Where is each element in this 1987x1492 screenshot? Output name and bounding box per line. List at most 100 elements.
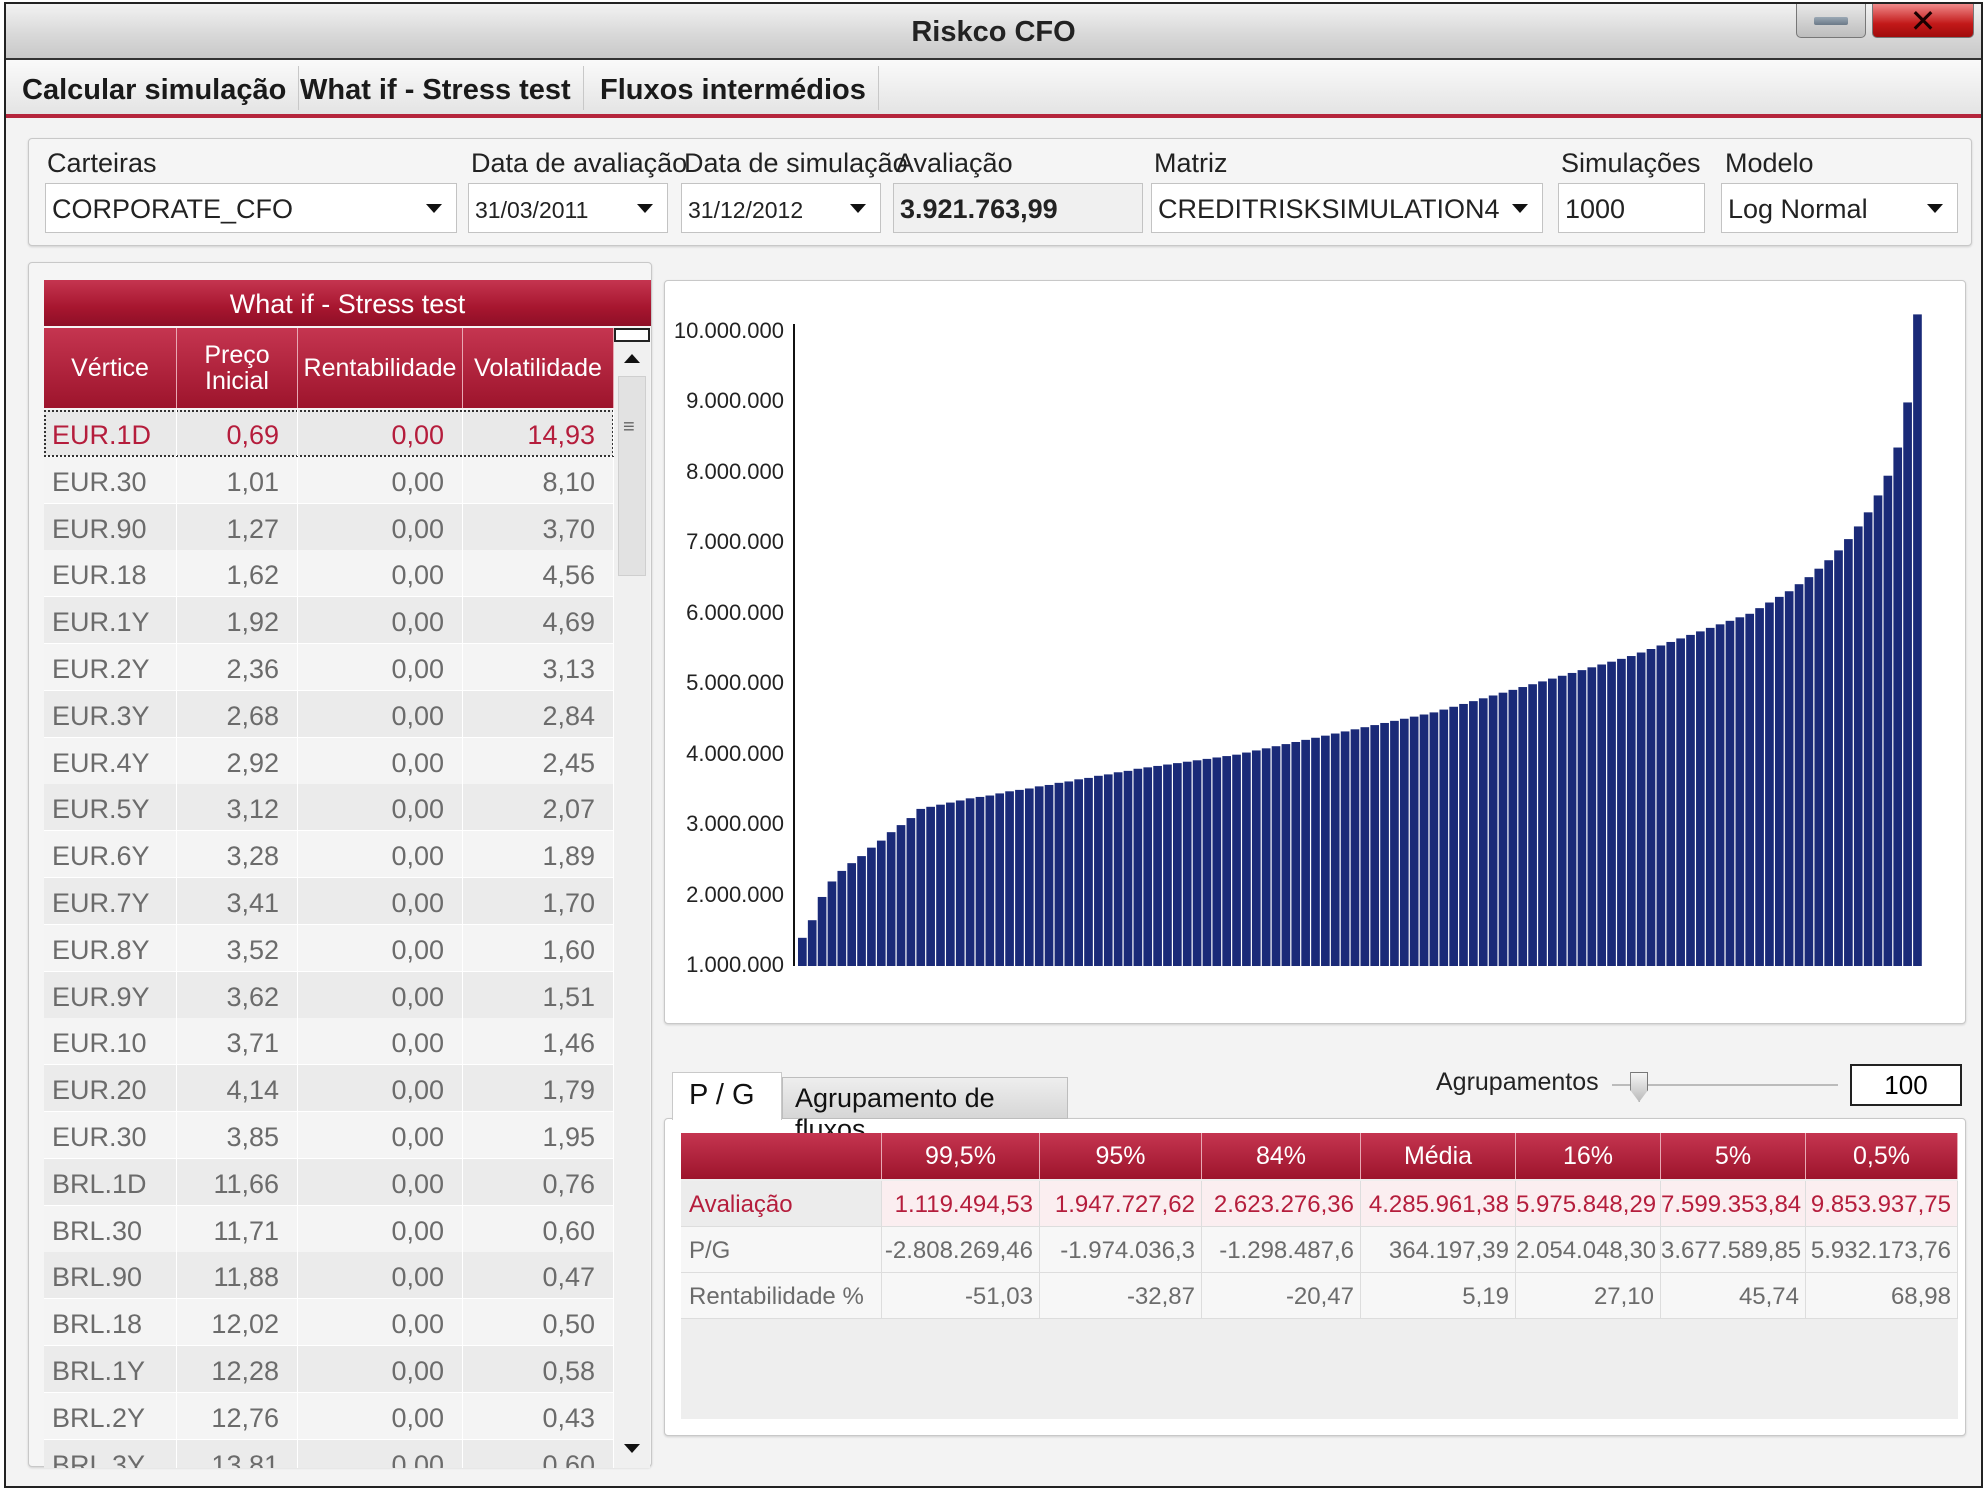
table-row[interactable]: BRL.30 11,71 0,00 0,60 xyxy=(44,1205,614,1253)
table-row[interactable]: EUR.1Y 1,92 0,00 4,69 xyxy=(44,597,614,645)
table-cell: 3,52 xyxy=(177,924,298,971)
matriz-label: Matriz xyxy=(1154,148,1228,178)
scroll-up-icon[interactable] xyxy=(624,354,640,363)
chart-bar xyxy=(1814,568,1824,966)
table-row[interactable]: EUR.7Y 3,41 0,00 1,70 xyxy=(44,878,614,925)
y-tick-label: 2.000.000 xyxy=(686,881,784,907)
table-cell: 3,41 xyxy=(177,878,298,924)
table-row[interactable]: EUR.2Y 2,36 0,00 3,13 xyxy=(44,644,614,691)
matriz-select[interactable]: CREDITRISKSIMULATION4 xyxy=(1151,183,1543,233)
table-cell: EUR.1Y xyxy=(44,597,177,644)
table-row[interactable]: EUR.90 1,27 0,00 3,70 xyxy=(44,503,614,551)
table-cell: 2,92 xyxy=(177,737,298,784)
table-row[interactable]: BRL.18 12,02 0,00 0,50 xyxy=(44,1299,614,1347)
scrollbar-thumb[interactable] xyxy=(618,376,646,576)
vertical-scrollbar[interactable]: ≡ xyxy=(614,328,650,1468)
avaliacao-value-field: 3.921.763,99 xyxy=(893,183,1143,233)
column-header-vertice[interactable]: Vértice xyxy=(44,328,177,408)
chart-bar xyxy=(1765,602,1774,966)
table-row[interactable]: EUR.1D 0,69 0,00 14,93 xyxy=(44,410,614,457)
results-column-header xyxy=(681,1133,882,1179)
simulacoes-input[interactable] xyxy=(1558,183,1705,233)
table-row[interactable]: EUR.8Y 3,52 0,00 1,60 xyxy=(44,924,614,972)
chart-bar xyxy=(1212,757,1222,966)
avaliacao-value: 3.921.763,99 xyxy=(900,194,1058,224)
tab-agrupamento-fluxos[interactable]: Agrupamento de fluxos xyxy=(782,1077,1068,1144)
table-cell: EUR.6Y xyxy=(44,831,177,878)
chart-bar xyxy=(1587,667,1597,966)
chart-bar xyxy=(1222,756,1232,966)
chart-bar xyxy=(1390,720,1399,966)
chart-bar xyxy=(965,798,975,966)
table-row[interactable]: BRL.3Y 13,81 0,00 0,60 xyxy=(44,1439,614,1468)
agrupamentos-slider[interactable] xyxy=(1612,1072,1838,1102)
chart-bar xyxy=(857,856,866,966)
results-cell: 5.975.848,29 xyxy=(1516,1181,1661,1227)
table-row[interactable]: EUR.20 4,14 0,00 1,79 xyxy=(44,1065,614,1113)
table-row[interactable]: BRL.1D 11,66 0,00 0,76 xyxy=(44,1158,614,1206)
scroll-down-icon[interactable] xyxy=(624,1444,640,1453)
slider-thumb[interactable] xyxy=(1630,1072,1649,1102)
column-header-volatilidade[interactable]: Volatilidade xyxy=(463,328,614,408)
column-header-rentabilidade[interactable]: Rentabilidade xyxy=(298,328,463,408)
chart-bar xyxy=(1745,613,1755,966)
chart-bar xyxy=(1429,712,1439,966)
chart-bar xyxy=(1548,678,1557,966)
modelo-select[interactable]: Log Normal xyxy=(1721,183,1958,233)
table-cell: 0,00 xyxy=(298,1392,463,1439)
table-cell: EUR.2Y xyxy=(44,644,177,690)
carteiras-select[interactable]: CORPORATE_CFO xyxy=(45,183,457,233)
table-cell: 11,71 xyxy=(177,1205,298,1252)
chart-bar xyxy=(1163,764,1172,966)
data-simulacao-select[interactable]: 31/12/2012 xyxy=(681,183,881,233)
chart-bar xyxy=(1557,675,1567,966)
table-cell: 1,01 xyxy=(177,456,298,503)
table-row[interactable]: EUR.9Y 3,62 0,00 1,51 xyxy=(44,971,614,1019)
table-row[interactable]: EUR.30 1,01 0,00 8,10 xyxy=(44,456,614,504)
table-row[interactable]: EUR.3Y 2,68 0,00 2,84 xyxy=(44,690,614,738)
chart-bar xyxy=(1311,737,1320,966)
close-button[interactable]: ✕ xyxy=(1872,4,1974,38)
chart-bar xyxy=(1863,512,1873,966)
table-cell: EUR.3Y xyxy=(44,690,177,737)
results-cell: -2.808.269,46 xyxy=(882,1227,1040,1273)
table-cell: 0,00 xyxy=(298,1299,463,1346)
data-avaliacao-label: Data de avaliação xyxy=(471,148,688,178)
table-cell: 1,89 xyxy=(463,831,614,878)
table-row[interactable]: EUR.10 3,71 0,00 1,46 xyxy=(44,1018,614,1066)
table-cell: EUR.30 xyxy=(44,1112,177,1158)
data-avaliacao-select[interactable]: 31/03/2011 xyxy=(468,183,668,233)
table-row[interactable]: EUR.18 1,62 0,00 4,56 xyxy=(44,550,614,598)
chart-bar xyxy=(1044,784,1054,966)
menu-calcular-simulacao[interactable]: Calcular simulação xyxy=(10,66,300,110)
table-row[interactable]: BRL.90 11,88 0,00 0,47 xyxy=(44,1252,614,1300)
table-cell: 0,47 xyxy=(463,1252,614,1299)
tab-pg[interactable]: P / G xyxy=(672,1072,782,1120)
table-cell: BRL.2Y xyxy=(44,1392,177,1439)
agrupamentos-input[interactable] xyxy=(1850,1064,1962,1106)
table-row[interactable]: EUR.4Y 2,92 0,00 2,45 xyxy=(44,737,614,785)
menu-what-if-stress-test[interactable]: What if - Stress test xyxy=(288,66,584,110)
column-header-preco-inicial[interactable]: Preço Inicial xyxy=(177,328,298,408)
minimize-button[interactable] xyxy=(1796,4,1866,38)
chart-bar xyxy=(1705,627,1715,966)
chart-bar xyxy=(1399,718,1409,966)
chevron-down-icon xyxy=(426,204,442,213)
results-cell: 45,74 xyxy=(1661,1273,1806,1319)
chart-bar xyxy=(1350,729,1360,966)
table-cell: 0,43 xyxy=(463,1392,614,1439)
table-cell: 3,71 xyxy=(177,1018,298,1065)
chart-bar xyxy=(1459,703,1468,966)
table-row[interactable]: EUR.30 3,85 0,00 1,95 xyxy=(44,1112,614,1159)
menu-fluxos-intermedios[interactable]: Fluxos intermédios xyxy=(588,66,879,110)
table-row[interactable]: BRL.2Y 12,76 0,00 0,43 xyxy=(44,1392,614,1440)
chart-bar xyxy=(886,832,896,966)
results-column-header: 99,5% xyxy=(882,1133,1040,1179)
results-column-header: 5% xyxy=(1661,1133,1806,1179)
table-cell: 12,28 xyxy=(177,1346,298,1392)
table-row[interactable]: EUR.5Y 3,12 0,00 2,07 xyxy=(44,784,614,832)
table-row[interactable]: EUR.6Y 3,28 0,00 1,89 xyxy=(44,831,614,879)
simulacoes-label: Simulações xyxy=(1561,148,1701,178)
y-tick-label: 10.000.000 xyxy=(673,318,784,343)
table-row[interactable]: BRL.1Y 12,28 0,00 0,58 xyxy=(44,1346,614,1393)
